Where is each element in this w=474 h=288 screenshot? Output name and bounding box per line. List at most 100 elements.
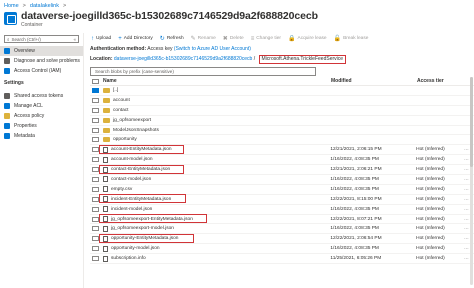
table-row[interactable]: ModelJsonSnapshots bbox=[90, 126, 474, 136]
break-lease-button[interactable]: 🔓 Break lease bbox=[334, 35, 369, 42]
row-name-cell[interactable]: opportunity-EntityMetadata.json bbox=[99, 233, 330, 243]
table-row[interactable]: account bbox=[90, 96, 474, 106]
row-name[interactable]: incident-model.json bbox=[111, 207, 152, 212]
row-name-cell[interactable]: subscription.info bbox=[103, 255, 330, 262]
row-checkbox[interactable] bbox=[92, 157, 99, 163]
table-row[interactable]: subscription.info 11/25/2021, 6:05:26 PM H… bbox=[90, 254, 474, 265]
row-name[interactable]: account-model.json bbox=[111, 157, 153, 162]
row-name[interactable]: [..] bbox=[113, 88, 118, 93]
row-name[interactable]: contact-model.json bbox=[111, 177, 151, 182]
row-name[interactable]: account bbox=[113, 98, 130, 103]
table-row[interactable]: incident-EntityMetadata.json 12/22/2021, … bbox=[90, 194, 474, 205]
overview-icon bbox=[4, 48, 10, 54]
row-name-cell[interactable]: incident-EntityMetadata.json bbox=[99, 194, 330, 204]
column-header-access-tier[interactable]: Access tier bbox=[417, 78, 465, 84]
sidebar-item-metadata[interactable]: Metadata bbox=[0, 131, 83, 141]
lock-icon: 🔒 bbox=[288, 36, 296, 42]
row-name-cell[interactable]: jg_opfsomeexport-EntityMetadata.json bbox=[99, 214, 330, 224]
row-name[interactable]: subscription.info bbox=[111, 256, 146, 261]
row-name-cell[interactable]: account-EntityMetadata.json bbox=[99, 144, 330, 154]
select-all-checkbox[interactable] bbox=[92, 78, 99, 84]
row-name-cell[interactable]: account bbox=[103, 97, 330, 103]
row-name[interactable]: contact bbox=[113, 108, 128, 113]
row-checkbox[interactable] bbox=[92, 137, 99, 143]
blob-filter-input[interactable]: Search blobs by prefix (case-sensitive) bbox=[90, 67, 316, 76]
table-row[interactable]: opportunity-EntityMetadata.json 12/22/202… bbox=[90, 233, 474, 245]
upload-button[interactable]: ↑ Upload bbox=[91, 36, 111, 42]
breadcrumb-home[interactable]: Home bbox=[4, 3, 19, 9]
table-row[interactable]: contact bbox=[90, 106, 474, 116]
location-container-link[interactable]: dataverse-joegilld365c-b15302689c7146529… bbox=[114, 56, 252, 62]
link-icon bbox=[4, 93, 10, 99]
row-checkbox[interactable] bbox=[92, 186, 99, 192]
row-checkbox[interactable] bbox=[92, 117, 99, 123]
add-directory-button[interactable]: + Add Directory bbox=[118, 36, 153, 42]
sidebar-item-access-control-iam[interactable]: Access Control (IAM) bbox=[0, 66, 83, 76]
refresh-button[interactable]: ↻ Refresh bbox=[160, 35, 184, 42]
row-checkbox[interactable] bbox=[92, 236, 99, 242]
file-icon bbox=[103, 255, 108, 262]
table-row[interactable]: opportunity-model.json 1/16/2022, 4:08:35… bbox=[90, 244, 474, 255]
file-icon bbox=[103, 245, 108, 252]
change-tier-button[interactable]: ≡ Change tier bbox=[251, 36, 281, 42]
column-header-name[interactable]: Name bbox=[103, 78, 331, 84]
row-name[interactable]: jg_opfsomeexport bbox=[113, 118, 151, 123]
row-name-cell[interactable]: jg_opfsomeexport bbox=[103, 117, 330, 123]
row-name-cell[interactable]: empty.csv bbox=[103, 186, 330, 193]
row-checkbox[interactable] bbox=[92, 87, 99, 93]
table-row[interactable]: contact-model.json 1/16/2022, 4:08:35 PM H… bbox=[90, 175, 474, 185]
row-name-cell[interactable]: [..] bbox=[103, 87, 330, 93]
sidebar-item-manage-acl[interactable]: Manage ACL bbox=[0, 101, 83, 111]
delete-icon: ✖ bbox=[222, 36, 228, 42]
row-checkbox[interactable] bbox=[92, 216, 99, 222]
row-name[interactable]: opportunity-model.json bbox=[111, 246, 160, 251]
row-name-cell[interactable]: contact-EntityMetadata.json bbox=[99, 164, 330, 174]
row-name[interactable]: jg_opfsomeexport-model.json bbox=[111, 226, 174, 231]
scrollbar-thumb[interactable] bbox=[470, 77, 473, 167]
table-row[interactable]: [..] bbox=[90, 86, 474, 96]
sidebar-item-shared-access-tokens[interactable]: Shared access tokens bbox=[0, 91, 83, 101]
row-name-cell[interactable]: ModelJsonSnapshots bbox=[103, 127, 330, 133]
row-name-cell[interactable]: account-model.json bbox=[103, 156, 330, 163]
sidebar-item-overview[interactable]: Overview bbox=[0, 46, 83, 56]
row-name-cell[interactable]: contact bbox=[103, 107, 330, 113]
row-checkbox[interactable] bbox=[92, 97, 99, 103]
row-name-cell[interactable]: jg_opfsomeexport-model.json bbox=[103, 225, 330, 232]
breadcrumb-separator: > bbox=[22, 2, 26, 9]
switch-auth-link[interactable]: (Switch to Azure AD User Account) bbox=[174, 46, 251, 52]
row-name-cell[interactable]: contact-model.json bbox=[103, 176, 330, 183]
breadcrumb-separator: > bbox=[62, 2, 67, 9]
row-checkbox[interactable] bbox=[92, 176, 99, 182]
breadcrumb-account[interactable]: datalakelink bbox=[30, 3, 59, 9]
row-checkbox[interactable] bbox=[92, 256, 99, 262]
row-name[interactable]: opportunity bbox=[113, 137, 137, 142]
delete-button[interactable]: ✖ Delete bbox=[223, 35, 244, 42]
rename-button[interactable]: ✎ Rename bbox=[191, 35, 216, 42]
collapse-icon[interactable]: « bbox=[73, 37, 76, 42]
sidebar-item-properties[interactable]: Properties bbox=[0, 121, 83, 131]
column-header-modified[interactable]: Modified bbox=[331, 78, 417, 84]
row-name-cell[interactable]: opportunity-model.json bbox=[103, 245, 330, 252]
row-checkbox[interactable] bbox=[92, 196, 99, 202]
table-row[interactable]: account-EntityMetadata.json 12/21/2021, 2… bbox=[90, 144, 474, 156]
sidebar-search-input[interactable]: ⌕ Search (Ctrl+/) « bbox=[4, 35, 79, 43]
row-name-cell[interactable]: incident-model.json bbox=[103, 206, 330, 213]
row-checkbox[interactable] bbox=[92, 147, 99, 153]
table-row[interactable]: contact-EntityMetadata.json 12/21/2021, 2… bbox=[90, 164, 474, 176]
row-name[interactable]: empty.csv bbox=[111, 187, 132, 192]
row-checkbox[interactable] bbox=[92, 246, 99, 252]
sidebar-item-access-policy[interactable]: Access policy bbox=[0, 111, 83, 121]
acquire-lease-button[interactable]: 🔒 Acquire lease bbox=[288, 35, 327, 42]
row-name[interactable]: ModelJsonSnapshots bbox=[113, 128, 159, 133]
table-row[interactable]: jg_opfsomeexport bbox=[90, 116, 474, 126]
row-checkbox[interactable] bbox=[92, 206, 99, 212]
row-checkbox[interactable] bbox=[92, 167, 99, 173]
scrollbar[interactable] bbox=[470, 77, 473, 285]
sidebar-item-diagnose-and-solve-problems[interactable]: Diagnose and solve problems bbox=[0, 56, 83, 66]
add-directory-label: Add Directory bbox=[123, 36, 153, 41]
row-checkbox[interactable] bbox=[92, 226, 99, 232]
row-name-cell[interactable]: opportunity bbox=[103, 137, 330, 143]
row-checkbox[interactable] bbox=[92, 127, 99, 133]
row-checkbox[interactable] bbox=[92, 107, 99, 113]
table-row[interactable]: jg_opfsomeexport-EntityMetadata.json 12/2… bbox=[90, 214, 474, 225]
